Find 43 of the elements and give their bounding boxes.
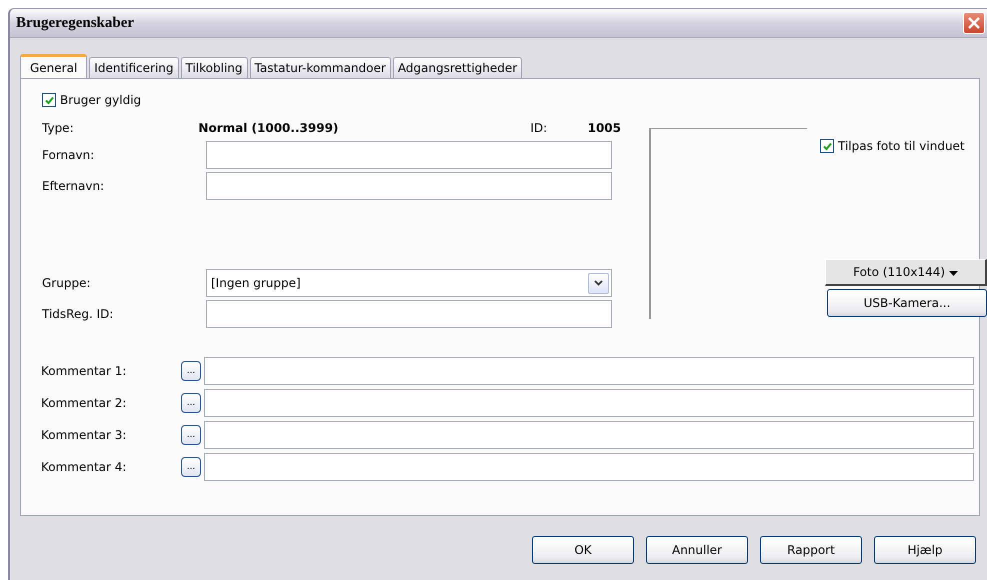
checkbox-label: Tilpas foto til vinduet xyxy=(838,139,965,153)
id-value: 1005 xyxy=(588,121,621,135)
close-button[interactable] xyxy=(963,12,985,34)
browse-button[interactable]: ... xyxy=(181,425,201,445)
field-label: Gruppe: xyxy=(41,276,92,290)
input-field[interactable] xyxy=(204,453,974,481)
field-label: ID: xyxy=(530,121,548,135)
field-label: Kommentar 4: xyxy=(41,460,128,474)
tab[interactable]: Adgangsrettigheder xyxy=(392,57,522,78)
dialog-button[interactable]: Rapport xyxy=(760,536,862,564)
checkbox-label: Bruger gyldig xyxy=(60,93,142,107)
field-label: Type: xyxy=(41,121,75,135)
camera-button[interactable]: USB-Kamera... xyxy=(827,289,987,317)
input-field[interactable] xyxy=(204,357,974,385)
type-value: Normal (1000..3999) xyxy=(198,121,340,135)
input-field[interactable] xyxy=(206,172,612,200)
dialog-button[interactable]: OK xyxy=(532,536,634,564)
field-label: Kommentar 1: xyxy=(41,364,128,378)
tab[interactable]: Identificering xyxy=(89,57,179,78)
field-label: Fornavn: xyxy=(41,148,96,162)
caret-icon xyxy=(948,271,958,276)
field-label: Efternavn: xyxy=(41,179,106,193)
group-dropdown[interactable]: [Ingen gruppe] xyxy=(206,269,612,297)
checkbox[interactable] xyxy=(42,93,56,107)
dialog-button[interactable]: Annuller xyxy=(646,536,748,564)
field-label: Kommentar 3: xyxy=(41,428,128,442)
window-title: Brugeregenskaber xyxy=(16,14,136,32)
browse-button[interactable]: ... xyxy=(181,361,201,381)
input-field[interactable] xyxy=(204,421,974,449)
photo-menu-button[interactable]: Foto (110x144) xyxy=(825,259,987,286)
input-field[interactable] xyxy=(206,141,612,169)
close-icon xyxy=(967,16,981,30)
input-field[interactable] xyxy=(206,300,612,328)
tab[interactable]: Tastatur-kommandoer xyxy=(250,57,391,78)
input-field[interactable] xyxy=(204,389,974,417)
dialog-button[interactable]: Hjælp xyxy=(874,536,976,564)
field-label: TidsReg. ID: xyxy=(41,307,114,321)
browse-button[interactable]: ... xyxy=(181,457,201,477)
checkbox[interactable] xyxy=(820,139,834,153)
tab[interactable]: Tilkobling xyxy=(180,57,248,78)
field-label: Kommentar 2: xyxy=(41,396,128,410)
browse-button[interactable]: ... xyxy=(181,393,201,413)
tab[interactable]: General xyxy=(20,54,88,78)
